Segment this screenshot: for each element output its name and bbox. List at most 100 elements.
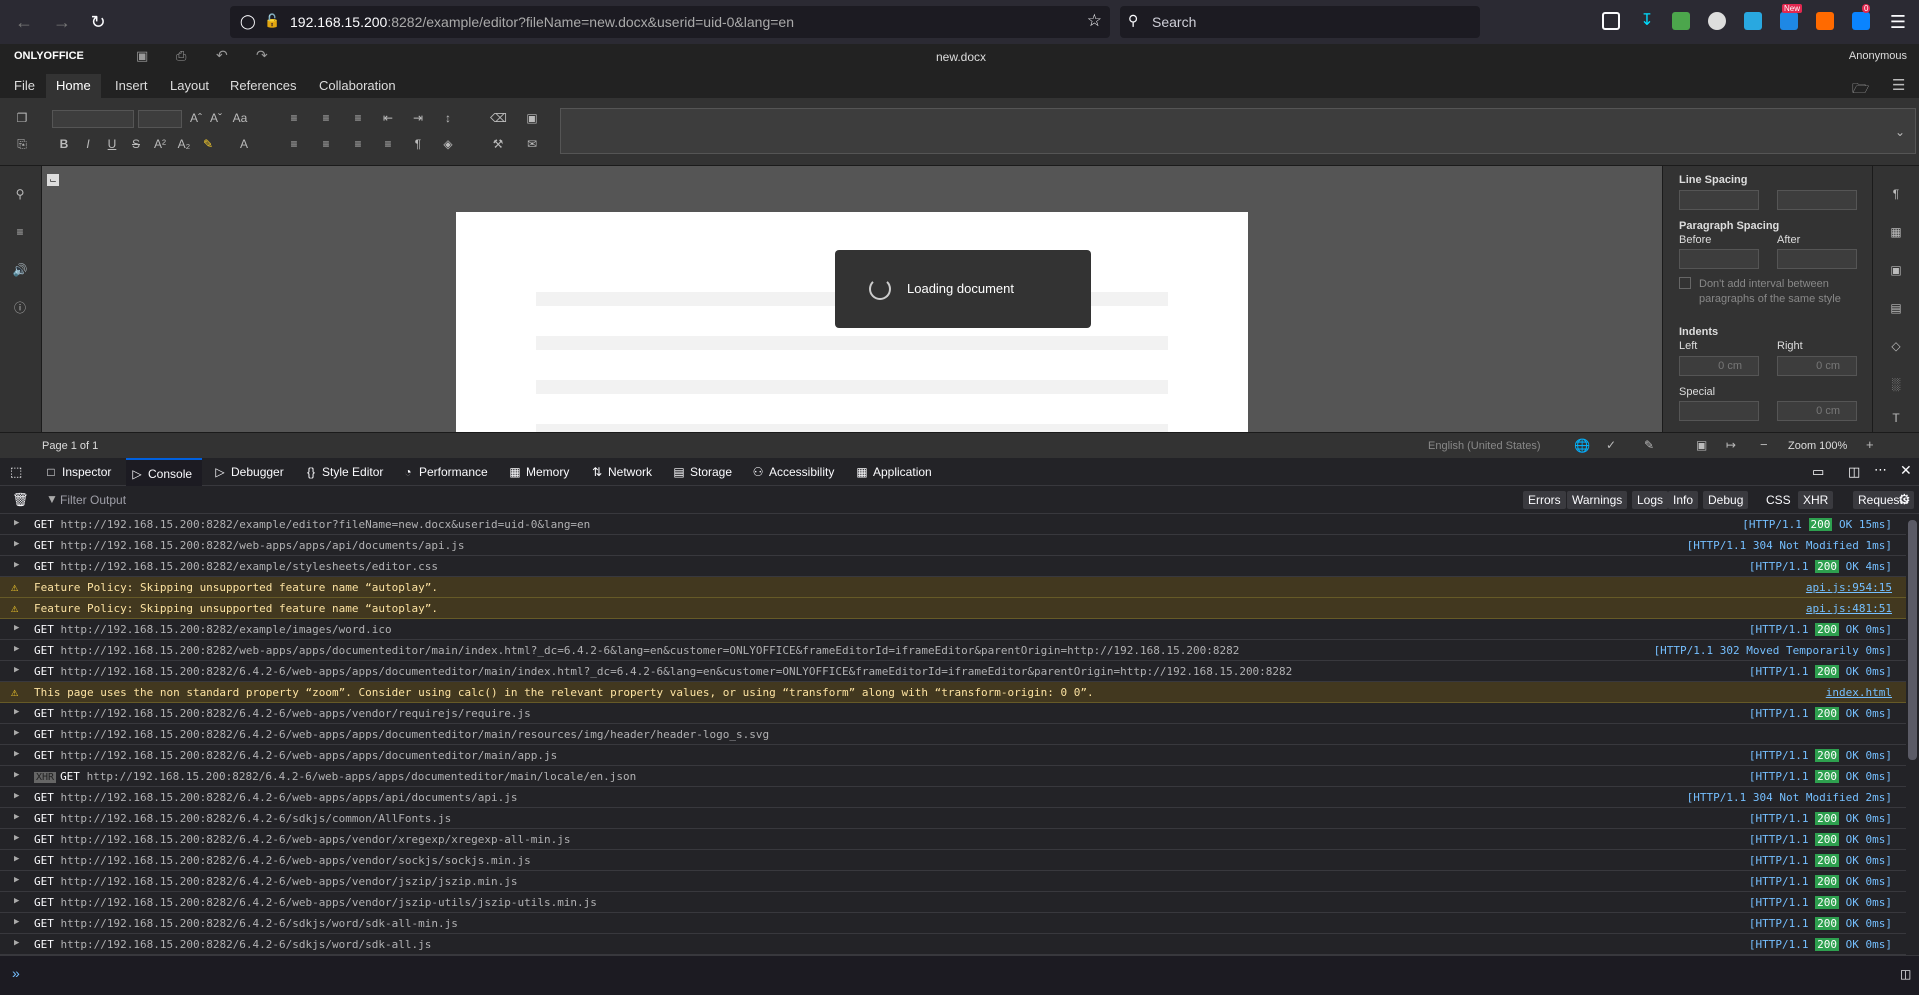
app-menu-icon[interactable]: ☰ (1886, 10, 1910, 34)
request-url[interactable]: http://192.168.15.200:8282/6.4.2-6/web-a… (87, 770, 637, 783)
font-family-combo[interactable] (52, 110, 134, 128)
network-request-row[interactable]: ▶ GET http://192.168.15.200:8282/web-apps… (0, 535, 1906, 556)
mail-merge-icon[interactable]: ✉ (524, 136, 540, 152)
request-url[interactable]: http://192.168.15.200:8282/example/style… (61, 560, 439, 573)
expand-arrow-icon[interactable]: ▶ (14, 917, 19, 927)
expand-arrow-icon[interactable]: ▶ (14, 665, 19, 675)
network-request-row[interactable]: ▶ GET http://192.168.15.200:8282/web-apps… (0, 640, 1906, 661)
console-warning-row[interactable]: ⚠ This page uses the non standard propert… (0, 682, 1906, 703)
extension-icon-2[interactable] (1708, 12, 1726, 30)
network-request-row[interactable]: ▶ GET http://192.168.15.200:8282/6.4.2-6/… (0, 913, 1906, 934)
about-icon[interactable]: ⓘ (12, 300, 28, 316)
response-status[interactable]: [HTTP/1.1 200 OK 0ms] (1749, 938, 1892, 951)
expand-arrow-icon[interactable]: ▶ (14, 896, 19, 906)
request-url[interactable]: http://192.168.15.200:8282/example/edito… (61, 518, 591, 531)
expand-arrow-icon[interactable]: ▶ (14, 518, 19, 528)
expand-arrow-icon[interactable]: ▶ (14, 644, 19, 654)
extension-icon-5[interactable] (1816, 12, 1834, 30)
zoom-out-icon[interactable]: − (1760, 437, 1768, 452)
no-interval-checkbox[interactable] (1679, 277, 1691, 289)
network-request-row[interactable]: ▶ GET http://192.168.15.200:8282/6.4.2-6/… (0, 808, 1906, 829)
tab-layout[interactable]: Layout (160, 74, 219, 98)
clear-style-icon[interactable]: ⌫ (490, 110, 507, 126)
url-bar[interactable]: ◯ 🔓 192.168.15.200:8282/example/editor?f… (230, 6, 1110, 38)
expand-arrow-icon[interactable]: ▶ (14, 812, 19, 822)
filter-errors-button[interactable]: Errors (1523, 491, 1566, 509)
extension-icon-6[interactable]: 0 (1852, 4, 1871, 30)
response-status[interactable]: [HTTP/1.1 200 OK 15ms] (1742, 518, 1892, 531)
devtools-tab-inspector[interactable]: □ Inspector (40, 458, 111, 486)
forward-icon[interactable]: → (50, 10, 74, 34)
response-status[interactable]: [HTTP/1.1 200 OK 0ms] (1749, 917, 1892, 930)
editor-mode-icon[interactable]: ◫ (1900, 967, 1911, 981)
back-icon[interactable]: ← (12, 10, 36, 34)
special-select[interactable] (1679, 401, 1759, 421)
response-status[interactable]: [HTTP/1.1 200 OK 0ms] (1749, 770, 1892, 783)
image-settings-icon[interactable]: ▣ (1888, 262, 1904, 278)
response-status[interactable]: [HTTP/1.1 200 OK 0ms] (1749, 875, 1892, 888)
subscript-icon[interactable]: A₂ (176, 136, 192, 152)
multilevel-icon[interactable]: ≡ (350, 110, 366, 126)
request-url[interactable]: http://192.168.15.200:8282/6.4.2-6/web-a… (61, 665, 1293, 678)
filter-debug-button[interactable]: Debug (1703, 491, 1749, 509)
navigation-icon[interactable]: ≡ (12, 224, 28, 240)
search-bar[interactable]: ⚲ Search (1120, 6, 1480, 38)
response-status[interactable]: [HTTP/1.1 200 OK 0ms] (1749, 854, 1892, 867)
shading-icon[interactable]: ◈ (440, 136, 456, 152)
request-url[interactable]: http://192.168.15.200:8282/example/image… (61, 623, 392, 636)
color-scheme-icon[interactable]: ▣ (524, 110, 540, 126)
insecure-lock-icon[interactable]: 🔓 (264, 13, 280, 29)
tab-home[interactable]: Home (46, 74, 101, 98)
line-spacing-icon[interactable]: ↕ (440, 110, 456, 126)
trash-icon[interactable]: 🗑 (12, 492, 29, 508)
undo-icon[interactable]: ↶ (216, 47, 228, 64)
network-request-row[interactable]: ▶ GET http://192.168.15.200:8282/6.4.2-6/… (0, 745, 1906, 766)
doc-language-icon[interactable]: 🌐 (1574, 438, 1590, 454)
decrease-font-icon[interactable]: Aˇ (208, 110, 224, 126)
network-request-row[interactable]: ▶ GET http://192.168.15.200:8282/6.4.2-6/… (0, 934, 1906, 955)
styles-gallery[interactable] (560, 108, 1916, 154)
fit-width-icon[interactable]: ↦ (1726, 438, 1736, 452)
extension-icon-4[interactable]: New (1780, 4, 1803, 30)
expand-arrow-icon[interactable]: ▶ (14, 560, 19, 570)
justify-icon[interactable]: ≡ (380, 136, 396, 152)
find-icon[interactable]: ⚲ (12, 186, 28, 202)
align-right-icon[interactable]: ≡ (350, 136, 366, 152)
expand-arrow-icon[interactable]: ▶ (14, 728, 19, 738)
network-request-row[interactable]: ▶ XHR GET http://192.168.15.200:8282/6.4.2… (0, 766, 1906, 787)
spacing-before-input[interactable] (1679, 249, 1759, 269)
console-input[interactable]: » ◫ (0, 955, 1919, 995)
devtools-tab-console[interactable]: ▷ Console (126, 458, 203, 486)
language-selector[interactable]: English (United States) (1428, 440, 1541, 452)
response-status[interactable]: [HTTP/1.1 200 OK 4ms] (1749, 560, 1892, 573)
source-link[interactable]: index.html (1826, 686, 1892, 699)
response-status[interactable]: [HTTP/1.1 200 OK 0ms] (1749, 896, 1892, 909)
chart-settings-icon[interactable]: ░ (1888, 376, 1904, 392)
request-url[interactable]: http://192.168.15.200:8282/6.4.2-6/web-a… (61, 875, 518, 888)
spacing-after-input[interactable] (1777, 249, 1857, 269)
console-scrollbar[interactable] (1906, 514, 1919, 955)
copy-icon[interactable]: ❐ (14, 110, 30, 126)
align-center-icon[interactable]: ≡ (318, 136, 334, 152)
feedback-icon[interactable]: 🔊 (12, 262, 28, 278)
increase-indent-icon[interactable]: ⇥ (410, 110, 426, 126)
responsive-design-icon[interactable]: ▭ (1812, 464, 1824, 480)
bookmark-star-icon[interactable]: ☆ (1087, 11, 1102, 31)
decrease-indent-icon[interactable]: ⇤ (380, 110, 396, 126)
fit-page-icon[interactable]: ▣ (1696, 438, 1707, 452)
devtools-tab-debugger[interactable]: ▷ Debugger (209, 458, 283, 486)
expand-arrow-icon[interactable]: ▶ (14, 791, 19, 801)
extension-icon-1[interactable] (1672, 12, 1690, 30)
copy-style-icon[interactable]: ⚒ (490, 136, 506, 152)
underline-icon[interactable]: U (104, 136, 120, 152)
network-request-row[interactable]: ▶ GET http://192.168.15.200:8282/6.4.2-6/… (0, 892, 1906, 913)
textart-settings-icon[interactable]: T (1888, 410, 1904, 426)
redo-icon[interactable]: ↷ (256, 47, 268, 64)
line-spacing-type-select[interactable] (1679, 190, 1759, 210)
response-status[interactable]: [HTTP/1.1 302 Moved Temporarily 0ms] (1654, 644, 1892, 657)
devtools-tab-memory[interactable]: ▦ Memory (504, 458, 569, 486)
filter-css-button[interactable]: CSS (1761, 491, 1796, 509)
network-request-row[interactable]: ▶ GET http://192.168.15.200:8282/6.4.2-6/… (0, 829, 1906, 850)
devtools-tab-performance[interactable]: ◔ Performance (397, 458, 487, 486)
hamburger-menu-icon[interactable]: ☰ (1892, 76, 1905, 94)
